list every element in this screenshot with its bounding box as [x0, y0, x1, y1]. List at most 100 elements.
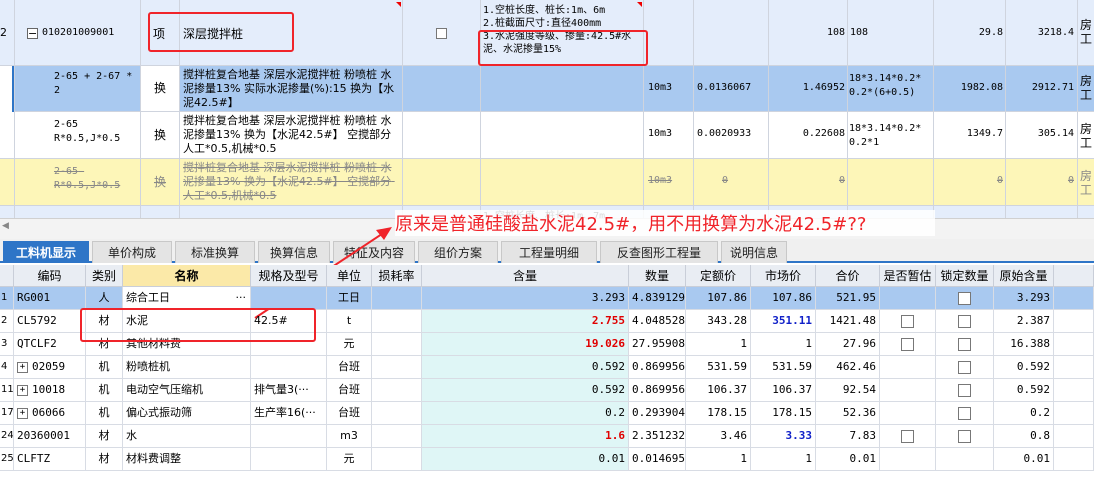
cell-lock[interactable]	[936, 356, 994, 378]
col-market-price[interactable]: 市场价	[751, 265, 816, 287]
estimate-checkbox[interactable]	[901, 429, 914, 443]
cell-name[interactable]: 电动空气压缩机	[123, 379, 251, 401]
cell-num: 11	[0, 379, 14, 401]
material-row[interactable]: 1 RG001 人综合工日 ··· 工日 3.293 4.839129 107.86 107.8…	[0, 287, 1094, 310]
cell-quota: 1	[686, 333, 751, 355]
col-code[interactable]: 编码	[14, 265, 86, 287]
cell-blank	[1054, 425, 1094, 447]
material-row[interactable]: 17 +06066 机偏心式振动筛 生产率16(··· 台班 0.2 0.293904 178…	[0, 402, 1094, 425]
cell-name[interactable]: 偏心式振动筛	[123, 402, 251, 424]
cell-cat: 材	[86, 425, 123, 447]
cell-est[interactable]	[880, 310, 936, 332]
material-row[interactable]: 25 CLFTZ 材材料费调整元 0.01 0.014695 1 1 0.01 0.01	[0, 448, 1094, 471]
cell-est[interactable]	[880, 356, 936, 378]
cell-code: RG001	[14, 287, 86, 309]
expand-icon[interactable]: +	[17, 407, 28, 419]
col-spec[interactable]: 规格及型号	[251, 265, 327, 287]
cell-code: +06066	[14, 402, 86, 424]
cell-total: 7.83	[816, 425, 880, 447]
cell-unit: 台班	[327, 402, 372, 424]
lock-checkbox[interactable]	[958, 429, 971, 443]
cell-est[interactable]	[880, 402, 936, 424]
cell-spec	[251, 425, 327, 447]
cell-cat: 材	[86, 448, 123, 470]
cell-blank	[1054, 333, 1094, 355]
cell-market: 3.33	[751, 425, 816, 447]
cell-orig: 0.8	[994, 425, 1054, 447]
cell-qty: 4.048528	[629, 310, 686, 332]
cell-name[interactable]: 粉喷桩机	[123, 356, 251, 378]
cell-lock[interactable]	[936, 287, 994, 309]
cell-loss	[372, 287, 422, 309]
cell-orig: 0.592	[994, 379, 1054, 401]
cell-content: 1.6	[422, 425, 629, 447]
cell-lock[interactable]	[936, 333, 994, 355]
material-row[interactable]: 4 +02059 机粉喷桩机 台班 0.592 0.869956 531.59 531.59 4…	[0, 356, 1094, 379]
cell-content: 0.2	[422, 402, 629, 424]
estimate-checkbox[interactable]	[901, 314, 914, 328]
cell-content: 0.592	[422, 356, 629, 378]
lock-checkbox[interactable]	[958, 383, 971, 397]
cell-qty: 0.293904	[629, 402, 686, 424]
cell-name[interactable]: 综合工日 ···	[123, 287, 251, 309]
cell-blank	[1054, 448, 1094, 470]
cell-est[interactable]	[880, 287, 936, 309]
cell-name[interactable]: 材料费调整	[123, 448, 251, 470]
cell-blank	[1054, 402, 1094, 424]
cell-blank	[1054, 379, 1094, 401]
col-total[interactable]: 合价	[816, 265, 880, 287]
expand-icon[interactable]: +	[17, 361, 28, 373]
cell-blank	[1054, 310, 1094, 332]
col-content[interactable]: 含量	[422, 265, 629, 287]
lock-checkbox[interactable]	[958, 337, 971, 351]
estimate-checkbox[interactable]	[901, 337, 914, 351]
cell-quota: 106.37	[686, 379, 751, 401]
cell-num: 24	[0, 425, 14, 447]
cell-total: 27.96	[816, 333, 880, 355]
cell-spec	[251, 448, 327, 470]
cell-code: CLFTZ	[14, 448, 86, 470]
lock-checkbox[interactable]	[958, 360, 971, 374]
cell-est[interactable]	[880, 379, 936, 401]
material-row[interactable]: 24 20360001 材水 m3 1.6 2.351232 3.46 3.33 7.83 0.8	[0, 425, 1094, 448]
col-unit[interactable]: 单位	[327, 265, 372, 287]
cell-lock[interactable]	[936, 425, 994, 447]
lock-checkbox[interactable]	[958, 291, 971, 305]
material-row[interactable]: 11 +10018 机电动空气压缩机 排气量3(··· 台班 0.592 0.869956 1…	[0, 379, 1094, 402]
col-category[interactable]: 类别	[86, 265, 123, 287]
col-loss[interactable]: 损耗率	[372, 265, 422, 287]
col-quantity[interactable]: 数量	[629, 265, 686, 287]
cell-lock[interactable]	[936, 402, 994, 424]
cell-qty: 0.869956	[629, 356, 686, 378]
cell-lock[interactable]	[936, 310, 994, 332]
code-text: RG001	[17, 291, 51, 304]
col-orig-content[interactable]: 原始含量	[994, 265, 1054, 287]
code-text: 20360001	[17, 429, 70, 442]
cell-market: 1	[751, 333, 816, 355]
code-text: CL5792	[17, 314, 57, 327]
col-lock-qty[interactable]: 锁定数量	[936, 265, 994, 287]
cell-est[interactable]	[880, 425, 936, 447]
col-estimate[interactable]: 是否暂估	[880, 265, 936, 287]
cell-unit: t	[327, 310, 372, 332]
cell-est[interactable]	[880, 333, 936, 355]
cell-code: +02059	[14, 356, 86, 378]
cell-code: 20360001	[14, 425, 86, 447]
cell-loss	[372, 402, 422, 424]
cell-unit: m3	[327, 425, 372, 447]
cell-lock[interactable]	[936, 379, 994, 401]
more-button[interactable]: ···	[236, 287, 247, 309]
col-name[interactable]: 名称	[123, 265, 251, 287]
cell-unit: 台班	[327, 356, 372, 378]
cell-market: 106.37	[751, 379, 816, 401]
lock-checkbox[interactable]	[958, 314, 971, 328]
expand-icon[interactable]: +	[17, 384, 28, 396]
cell-num: 1	[0, 287, 14, 309]
cell-est[interactable]	[880, 448, 936, 470]
cell-name[interactable]: 水	[123, 425, 251, 447]
cell-unit: 台班	[327, 379, 372, 401]
lock-checkbox[interactable]	[958, 406, 971, 420]
col-quota-price[interactable]: 定额价	[686, 265, 751, 287]
cell-lock[interactable]	[936, 448, 994, 470]
cell-code: CL5792	[14, 310, 86, 332]
